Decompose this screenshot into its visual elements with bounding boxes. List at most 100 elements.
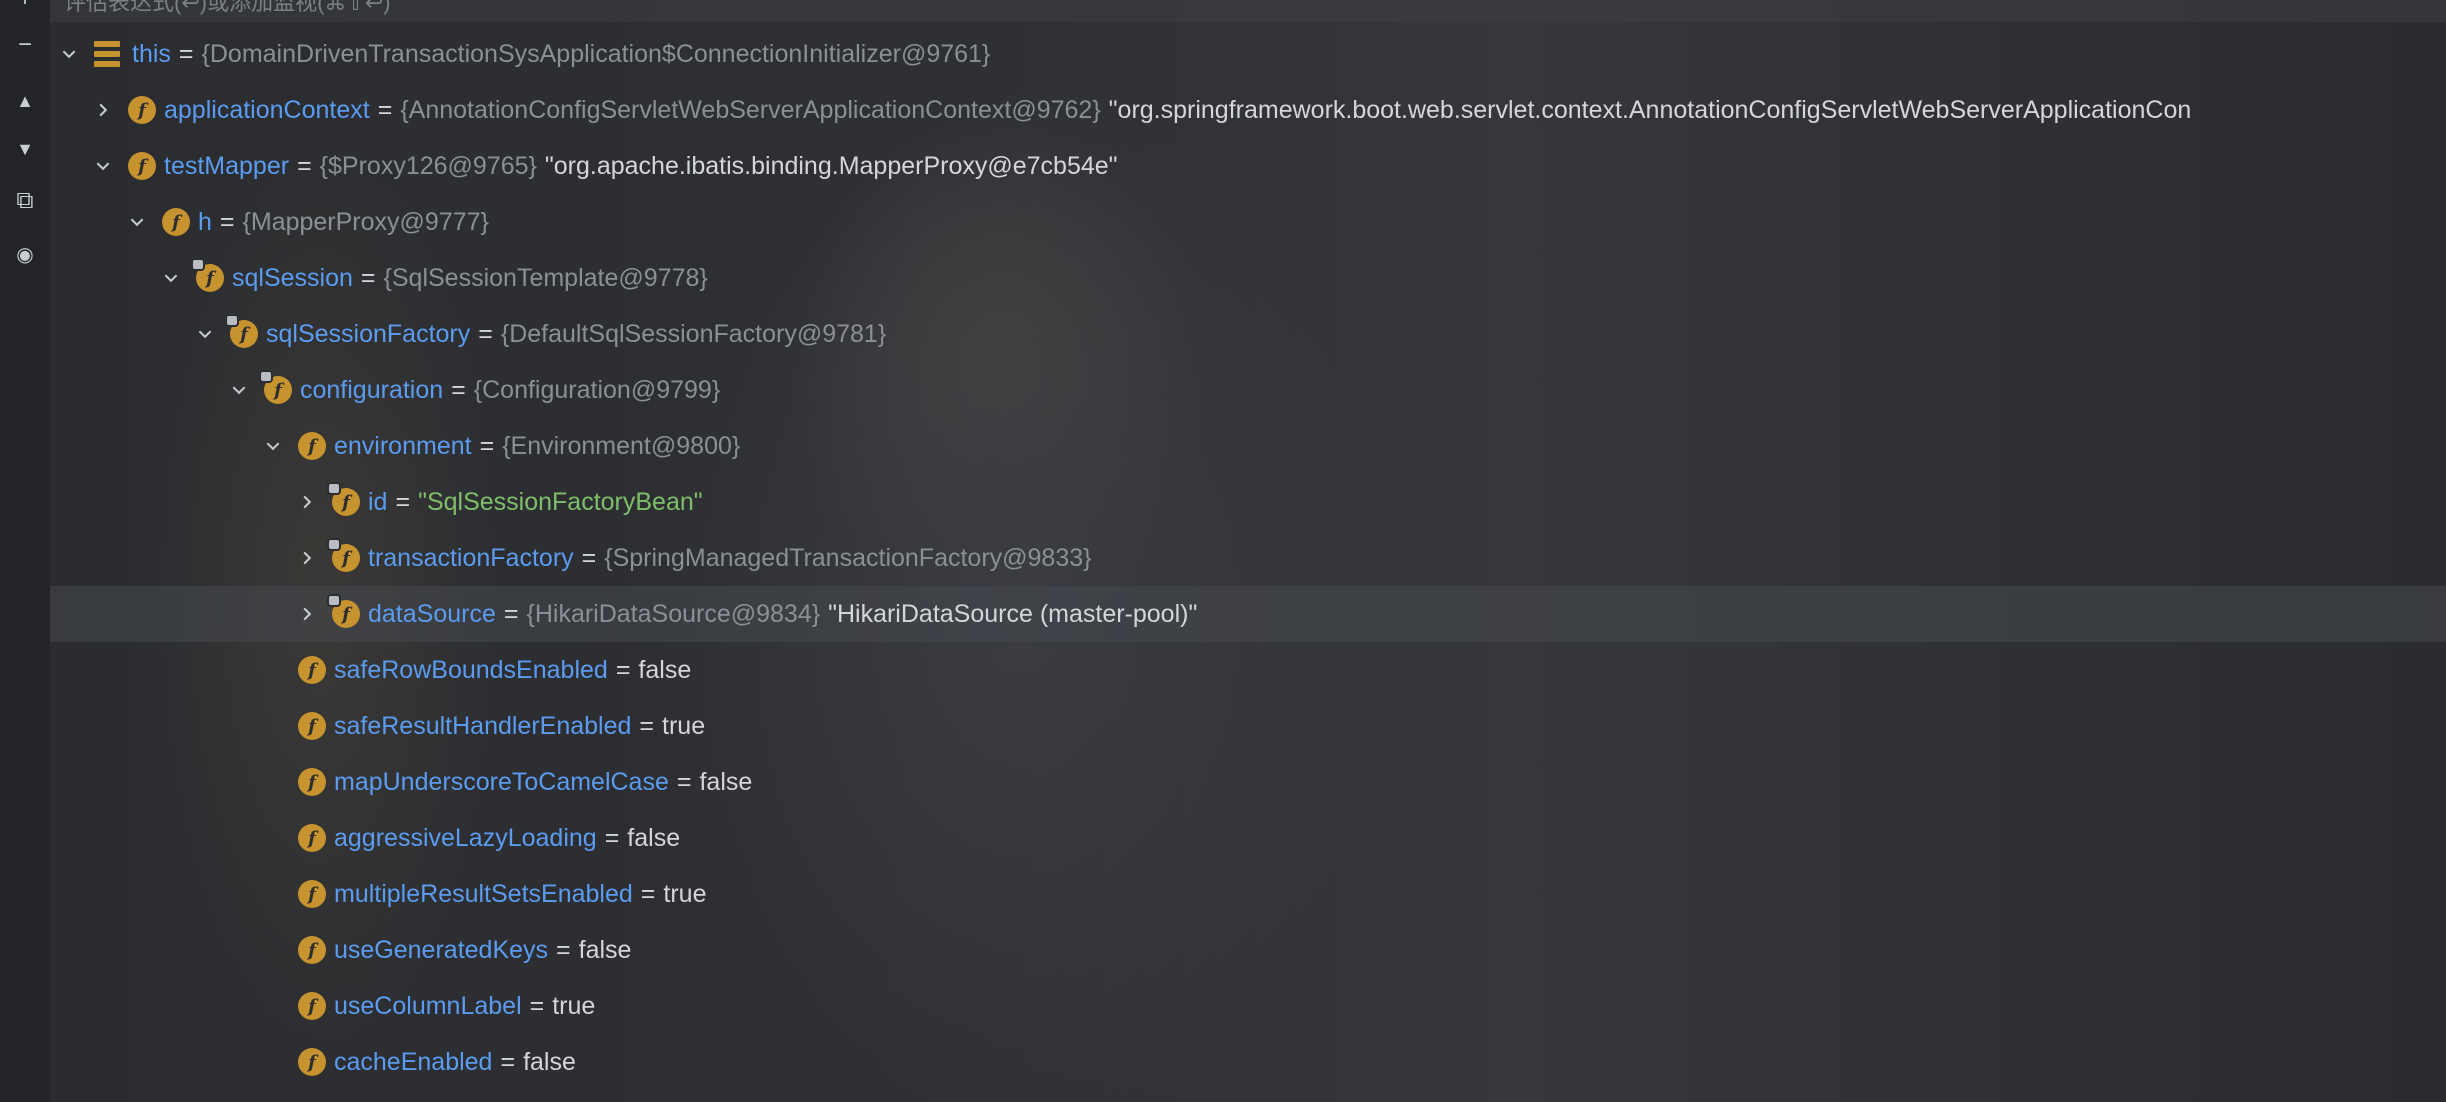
tree-row[interactable]: f transactionFactory = {SpringManagedTransa… [50,530,2446,586]
duplicate-watch-button[interactable]: ⧉ [4,180,46,222]
equals-sign: = [478,319,493,348]
remove-watch-button[interactable]: − [4,24,46,66]
field-icon: f [298,656,326,684]
tree-row[interactable]: f id = "SqlSessionFactoryBean" [50,474,2446,530]
tree-row[interactable]: f useColumnLabel = true [50,978,2446,1034]
object-stack-icon [94,41,120,67]
variable-name: configuration [300,375,444,404]
field-icon: f [298,768,326,796]
value-text: true [662,711,706,740]
final-field-icon: f [329,540,360,572]
equals-sign: = [604,823,620,852]
move-down-button[interactable]: ▼ [4,128,46,170]
tree-row[interactable]: f applicationContext = {AnnotationConfigSer… [50,82,2446,138]
object-reference: {HikariDataSource@9834} [526,599,821,628]
variable-name: safeResultHandlerEnabled [334,711,632,740]
variable-name: testMapper [164,151,290,180]
object-reference: {Environment@9800} [502,431,741,460]
variable-name: dataSource [368,599,496,628]
tree-row[interactable]: f environment = {Environment@9800} [50,418,2446,474]
tree-row[interactable]: f configuration = {Configuration@9799} [50,362,2446,418]
debugger-toolbar: + − ▲ ▼ ⧉ ◉ [0,0,50,1102]
equals-sign: = [556,935,571,964]
variable-name: useColumnLabel [334,991,522,1020]
chevron-down-icon[interactable] [194,323,216,345]
equals-sign: = [479,431,495,460]
equals-sign: = [451,375,466,404]
object-reference: {DefaultSqlSessionFactory@9781} [500,319,887,348]
variable-name: environment [334,431,472,460]
tree-row[interactable]: f sqlSession = {SqlSessionTemplate@9778} [50,250,2446,306]
chevron-down-icon[interactable] [92,155,114,177]
tree-row[interactable]: f useGeneratedKeys = false [50,922,2446,978]
chevron-down-icon[interactable] [262,435,284,457]
chevron-down-icon[interactable] [126,211,148,233]
view-options-button[interactable]: ◉ [4,234,46,276]
value-text: false [578,935,632,964]
plus-icon: + [18,0,32,11]
value-text: false [638,655,692,684]
object-reference: {SpringManagedTransactionFactory@9833} [604,543,1092,572]
tree-row[interactable]: f safeResultHandlerEnabled = true [50,698,2446,754]
field-icon: f [298,824,326,852]
equals-sign: = [581,543,597,572]
add-watch-button[interactable]: + [4,0,46,20]
variable-name: sqlSessionFactory [266,319,471,348]
value-text: "HikariDataSource (master-pool)" [828,599,1198,628]
tree-row[interactable]: f safeRowBoundsEnabled = false [50,642,2446,698]
tree-row[interactable]: f aggressiveLazyLoading = false [50,810,2446,866]
string-value: "SqlSessionFactoryBean" [418,487,703,516]
tree-row[interactable]: f sqlSessionFactory = {DefaultSqlSessionFac… [50,306,2446,362]
chevron-right-icon[interactable] [296,603,318,625]
variable-name: h [198,207,212,236]
variable-name: cacheEnabled [334,1047,493,1076]
final-field-icon: f [329,596,360,628]
variables-tree: this = {DomainDrivenTransactionSysApplicat… [50,26,2446,1090]
field-icon: f [128,152,156,180]
tree-row[interactable]: f cacheEnabled = false [50,1034,2446,1090]
tree-row[interactable]: this = {DomainDrivenTransactionSysApplicat… [50,26,2446,82]
chevron-down-icon[interactable] [228,379,250,401]
eye-icon: ◉ [16,244,34,266]
tree-row[interactable]: f mapUnderscoreToCamelCase = false [50,754,2446,810]
object-reference: {MapperProxy@9777} [242,207,489,236]
chevron-right-icon[interactable] [296,491,318,513]
tree-row[interactable]: f dataSource = {HikariDataSource@9834} "Hika… [50,586,2446,642]
chevron-right-icon[interactable] [296,547,318,569]
arrow-up-icon: ▲ [16,91,34,111]
chevron-right-icon[interactable] [92,99,114,121]
object-reference: {$Proxy126@9765} [319,151,537,180]
value-text: false [699,767,753,796]
variable-name: useGeneratedKeys [334,935,549,964]
equals-sign: = [529,991,545,1020]
variable-name: multipleResultSetsEnabled [334,879,633,908]
evaluate-expression-bar[interactable]: 评估表达式(↩)或添加监视(⌘⇧↩) [50,0,2446,22]
final-field-icon: f [329,484,360,516]
value-text: false [523,1047,576,1076]
final-field-icon: f [227,316,258,348]
evaluate-expression-hint: 评估表达式(↩)或添加监视(⌘⇧↩) [64,0,391,15]
move-up-button[interactable]: ▲ [4,80,46,122]
final-field-icon: f [261,372,292,404]
chevron-down-icon[interactable] [58,43,80,65]
variable-name: sqlSession [232,263,353,292]
tree-row[interactable]: f multipleResultSetsEnabled = true [50,866,2446,922]
equals-sign: = [219,207,235,236]
equals-sign: = [297,151,312,180]
value-text: "org.springframework.boot.web.servlet.co… [1108,95,2192,124]
variable-name: aggressiveLazyLoading [334,823,597,852]
value-text: "org.apache.ibatis.binding.MapperProxy@e… [544,151,1118,180]
equals-sign: = [676,767,692,796]
field-icon: f [298,880,326,908]
variable-name: transactionFactory [368,543,574,572]
value-text: false [627,823,681,852]
minus-icon: − [17,31,32,58]
field-icon: f [298,1048,326,1076]
chevron-down-icon[interactable] [160,267,182,289]
tree-row[interactable]: f h = {MapperProxy@9777} [50,194,2446,250]
variable-name: applicationContext [164,95,370,124]
equals-sign: = [503,599,519,628]
field-icon: f [128,96,156,124]
equals-sign: = [640,879,656,908]
tree-row[interactable]: f testMapper = {$Proxy126@9765} "org.apache.… [50,138,2446,194]
